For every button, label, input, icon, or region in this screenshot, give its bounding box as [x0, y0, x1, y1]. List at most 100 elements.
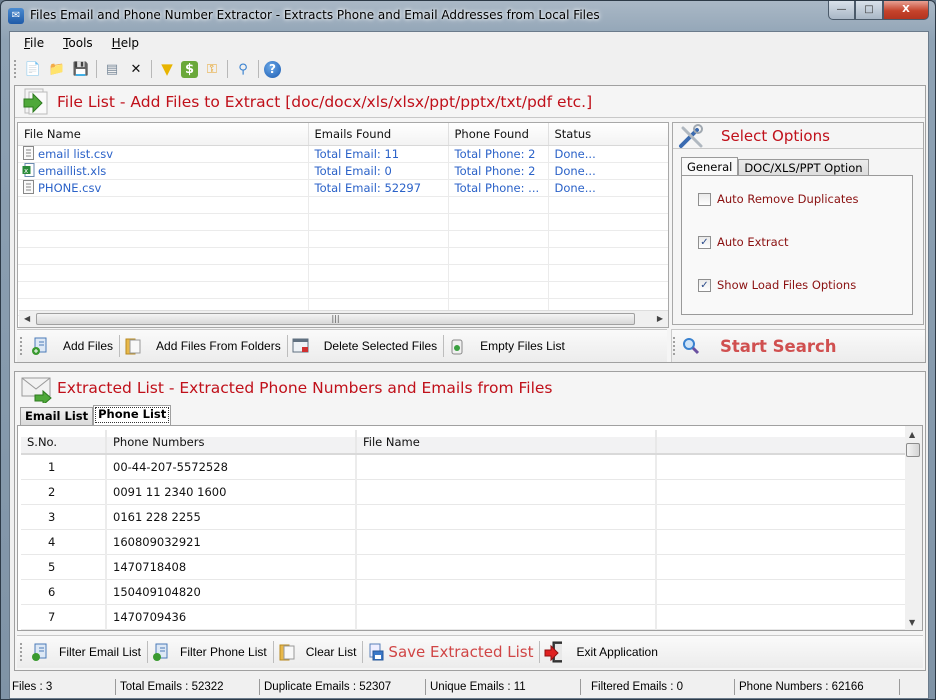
delete-file-icon	[292, 337, 310, 355]
status-bar: Files : 3 Total Emails : 52322 Duplicate…	[10, 676, 928, 698]
filter-icon[interactable]: ▼	[157, 59, 177, 79]
vscroll-thumb[interactable]	[906, 443, 920, 457]
excel-file-icon: x	[22, 163, 38, 178]
option-auto-remove-duplicates[interactable]: Auto Remove Duplicates	[698, 192, 858, 206]
tab-phone-list[interactable]: Phone List	[93, 405, 172, 425]
start-search-bar: Start Search	[671, 329, 925, 362]
close-icon[interactable]: ✕	[126, 59, 146, 79]
file-list-hscrollbar[interactable]: ◀ ||| ▶	[19, 310, 668, 327]
empty-cell	[656, 479, 909, 505]
file-actions-grip	[20, 337, 23, 355]
menu-help[interactable]: Help	[112, 36, 139, 54]
add-files-from-folders-button[interactable]: Add Files From Folders	[120, 332, 287, 360]
col-sno[interactable]: S.No.	[21, 430, 107, 455]
close-button[interactable]: X	[883, 1, 929, 20]
phone-row[interactable]: 7 1470709436	[21, 604, 909, 630]
delete-file-icon[interactable]: ▤	[102, 59, 122, 79]
delete-selected-files-button[interactable]: Delete Selected Files	[288, 332, 443, 360]
filter-email-list-button[interactable]: Filter Email List	[27, 638, 147, 666]
checkbox[interactable]: ✓	[698, 278, 711, 292]
tab-email-list[interactable]: Email List	[20, 407, 94, 425]
checkbox[interactable]: ✓	[698, 235, 711, 249]
empty-cell	[308, 213, 449, 231]
phone-row[interactable]: 5 1470718408	[21, 554, 909, 580]
empty-cell	[308, 230, 449, 248]
empty-cell	[548, 281, 668, 299]
menu-tools[interactable]: Tools	[63, 36, 93, 54]
app-icon: ✉	[8, 8, 24, 24]
filter-phone-list-label: Filter Phone List	[180, 645, 267, 659]
scroll-left-icon[interactable]: ◀	[24, 314, 30, 323]
file-list-grid[interactable]: File Name Emails Found Phone Found Statu…	[17, 122, 669, 328]
checkbox[interactable]	[698, 192, 711, 206]
search-icon[interactable]: ⚲	[233, 59, 253, 79]
file-name-cell[interactable]: x emaillist.xls	[18, 162, 309, 180]
add-files-button[interactable]: Add Files	[27, 332, 119, 360]
hscroll-thumb[interactable]: |||	[36, 313, 635, 325]
add-folder-icon[interactable]: 📁	[47, 59, 67, 79]
empty-files-list-button[interactable]: Empty Files List	[444, 332, 571, 360]
start-search-button[interactable]: Start Search	[680, 332, 843, 360]
dollar-icon[interactable]: $	[181, 60, 198, 78]
toolbar-grip[interactable]	[14, 60, 17, 78]
exit-application-button[interactable]: Exit Application	[540, 638, 663, 666]
clear-list-button[interactable]: Clear List	[274, 638, 363, 666]
phone-number-cell: 1470709436	[106, 604, 357, 630]
add-files-icon[interactable]: 📄	[23, 59, 43, 79]
sno-cell: 6	[21, 579, 107, 605]
scroll-down-icon[interactable]: ▼	[909, 618, 915, 627]
file-name-cell	[356, 454, 657, 480]
phone-row[interactable]: 6 150409104820	[21, 579, 909, 605]
select-options-header: Select Options	[673, 123, 923, 149]
scroll-up-icon[interactable]: ▲	[909, 430, 915, 439]
title-bar[interactable]: ✉ Files Email and Phone Number Extractor…	[1, 1, 935, 31]
phone-number-cell: 160809032921	[106, 529, 357, 555]
toolbar: 📄 📁 💾 ▤ ✕ ▼ $ ⚿ ⚲?	[14, 56, 283, 82]
file-name-cell	[356, 529, 657, 555]
maximize-button[interactable]: □	[855, 1, 883, 20]
toolbar-separator	[227, 60, 228, 78]
menu-file[interactable]: File	[24, 36, 44, 54]
phone-list-grid[interactable]: S.No. Phone Numbers File Name 1 00-44-207…	[17, 425, 923, 631]
option-show-load-files-options[interactable]: ✓ Show Load Files Options	[698, 278, 856, 292]
col-status[interactable]: Status	[548, 123, 668, 146]
folder-icon	[124, 337, 142, 355]
empty-cell	[448, 196, 549, 214]
tools-icon	[679, 124, 703, 148]
option-auto-extract[interactable]: ✓ Auto Extract	[698, 235, 789, 249]
phone-row[interactable]: 1 00-44-207-5572528	[21, 454, 909, 480]
phone-row[interactable]: 4 160809032921	[21, 529, 909, 555]
file-row[interactable]: x emaillist.xls Total Email: 0 Total Phone:…	[18, 162, 668, 180]
key-icon[interactable]: ⚿	[202, 59, 222, 79]
help-icon[interactable]: ?	[264, 60, 281, 78]
filter-phone-list-button[interactable]: Filter Phone List	[148, 638, 273, 666]
col-file-name[interactable]: File Name	[356, 430, 657, 455]
empty-cell	[448, 230, 549, 248]
empty-cell	[656, 579, 909, 605]
save-extracted-list-button[interactable]: Save Extracted List	[363, 638, 539, 666]
text-file-icon	[22, 146, 38, 161]
file-row[interactable]: PHONE.csv Total Email: 52297 Total Phone: …	[18, 179, 668, 197]
col-phone-found[interactable]: Phone Found	[448, 123, 549, 146]
file-row[interactable]: email list.csv Total Email: 11 Total Phone…	[18, 145, 668, 163]
status-cell: Done...	[548, 145, 668, 163]
menu-help-accel: H	[111, 36, 121, 50]
sno-cell: 3	[21, 504, 107, 530]
save-icon[interactable]: 💾	[71, 59, 91, 79]
col-emails-found[interactable]: Emails Found	[308, 123, 449, 146]
minimize-button[interactable]: —	[828, 1, 855, 20]
phone-list-vscrollbar[interactable]: ▲ ▼	[905, 426, 922, 630]
col-file-name[interactable]: File Name	[18, 123, 309, 146]
status-phone-numbers: Phone Numbers : 62166	[735, 679, 900, 695]
tab-doc-xls-ppt-option[interactable]: DOC/XLS/PPT Option	[738, 159, 869, 176]
phone-row[interactable]: 2 0091 11 2340 1600	[21, 479, 909, 505]
file-name-cell[interactable]: PHONE.csv	[18, 179, 309, 197]
file-name-cell[interactable]: email list.csv	[18, 145, 309, 163]
empty-cell	[18, 230, 309, 248]
tab-general[interactable]: General	[681, 157, 739, 176]
options-tabs: General DOC/XLS/PPT Option	[681, 157, 869, 176]
scroll-right-icon[interactable]: ▶	[657, 314, 663, 323]
phone-row[interactable]: 3 0161 228 2255	[21, 504, 909, 530]
file-list-panel: File List - Add Files to Extract [doc/do…	[14, 85, 926, 363]
col-phone-numbers[interactable]: Phone Numbers	[106, 430, 357, 455]
